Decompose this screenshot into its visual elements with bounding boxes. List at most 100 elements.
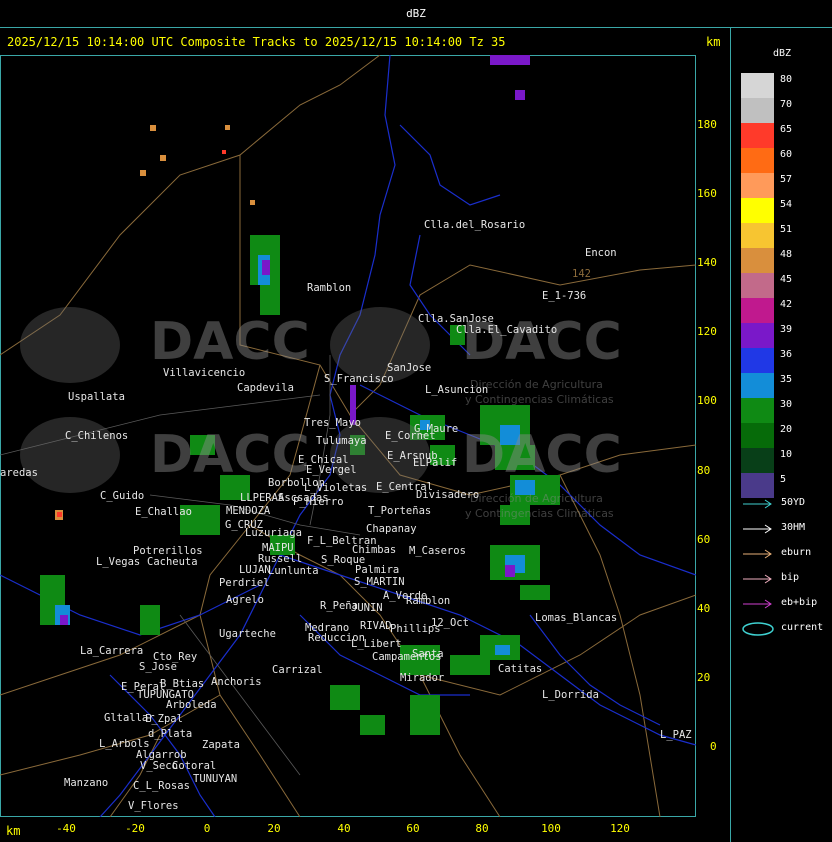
watermark-logo-1: DACC [150,312,310,372]
city-label: Ramblon [307,282,352,294]
legend-swatch-80 [741,73,774,98]
x-tick: -20 [125,822,145,835]
legend-level-label: 5 [780,474,787,485]
city-label: Luzuriaga [245,527,302,539]
y-tick: 80 [697,464,711,477]
city-label: Manzano [64,777,109,789]
city-label: G_Maure [414,423,459,435]
legend-level-label: 10 [780,449,793,460]
legend-track-label: current [781,622,824,633]
city-label: Agrelo [226,594,264,606]
legend-level-label: 39 [780,324,793,335]
track-arrow-icon [743,524,772,534]
city-label: S_MARTIN [354,576,405,588]
city-label: LUJAN [239,564,271,576]
legend-swatch-57 [741,173,774,198]
legend-swatch-60 [741,148,774,173]
city-label: C_Chilenos [65,430,129,442]
legend-swatch-45 [741,273,774,298]
legend-track-bip: bip [741,571,832,585]
city-label: E_Challao [135,506,192,518]
city-label: Clla.del_Rosario [424,219,526,231]
city-label: La_Carrera [80,645,144,657]
legend-track-label: bip [781,572,800,583]
city-label: S_Jose [139,661,177,673]
city-label: E_1-736 [542,290,587,302]
city-label: TUNUYAN [193,773,238,785]
legend-level-label: 51 [780,224,793,235]
legend-level-label: 65 [780,124,793,135]
legend-swatch-35 [741,373,774,398]
watermark-logo-4: DACC [462,425,622,485]
city-label: Ascsadas [278,492,329,504]
legend-title: dBZ [773,48,792,59]
city-label: Perdriel [219,577,270,589]
legend-swatch-42 [741,298,774,323]
city-label: Lunlunta [268,565,319,577]
top-title-bar: dBZ [0,0,832,28]
city-label: Palmira [355,564,400,576]
legend-track-current: current [741,621,832,636]
city-label: L_PAZ [660,729,692,741]
legend-panel: dBZ 80 70 65 60 57 54 51 48 45 42 39 36 35 30 20 10 5 50… [731,28,832,842]
legend-swatch-30 [741,398,774,423]
y-tick: 140 [697,256,717,269]
city-label: Encon [585,247,617,259]
city-label: Cotoral [172,760,217,772]
city-label: Zapata [202,739,240,751]
y-tick: 160 [697,187,717,200]
legend-track-30HM: 30HM [741,521,832,535]
legend-track-50YD: 50YD [741,496,832,510]
y-tick: 100 [697,394,717,407]
city-label: Anchoris [211,676,262,688]
city-label: L_Libert [351,638,402,650]
legend-swatch-54 [741,198,774,223]
city-label: C_L_Rosas [133,780,190,792]
x-tick: 60 [406,822,420,835]
city-label: Cacheuta [147,556,198,568]
city-label: S_Francisco [324,373,394,385]
track-arrow-icon [743,549,772,559]
city-label: L_Vegas [96,556,141,568]
city-label: Capdevila [237,382,294,394]
city-label: V_Flores [128,800,179,812]
city-label: aredas [0,467,38,479]
legend-track-label: 30HM [781,522,806,533]
city-label: Santa [412,648,444,660]
watermark-sub-2a: Dirección de Agricultura [470,492,603,505]
city-label: L_Asuncion [425,384,489,396]
x-tick: 80 [475,822,489,835]
legend-level-label: 80 [780,74,793,85]
city-label: RIVAD [360,620,392,632]
city-label: Clla.El_Cavadito [456,324,558,336]
city-label: Lomas_Blancas [535,612,618,624]
legend-track-eb+bip: eb+bip [741,596,832,610]
x-tick: 120 [610,822,630,835]
km-label-bottom: km [6,824,21,838]
legend-level-label: 54 [780,199,793,210]
legend-level-label: 20 [780,424,793,435]
legend-swatch-20 [741,423,774,448]
city-label: Chapanay [366,523,417,535]
x-tick: 20 [267,822,281,835]
legend-track-label: 50YD [781,497,806,508]
legend-level-label: 30 [780,399,793,410]
legend-swatch-10 [741,448,774,473]
city-label: Ramblon [406,595,451,607]
x-tick: -40 [56,822,76,835]
y-tick: 40 [697,602,711,615]
city-label: Arboleda [166,699,217,711]
legend-track-label: eb+bip [781,597,818,608]
legend-level-label: 60 [780,149,793,160]
city-label: L_Dorrida [542,689,599,701]
city-label: Uspallata [68,391,125,403]
y-tick: 120 [697,325,717,338]
city-label: Gltallar [104,712,155,724]
km-label-top: km [706,35,721,49]
city-label: Ugarteche [219,628,276,640]
y-tick: 180 [697,118,717,131]
city-label: JUNIN [351,602,383,614]
city-label: MENDOZA [226,505,271,517]
track-arrow-icon [743,574,772,584]
legend-swatch-70 [741,98,774,123]
